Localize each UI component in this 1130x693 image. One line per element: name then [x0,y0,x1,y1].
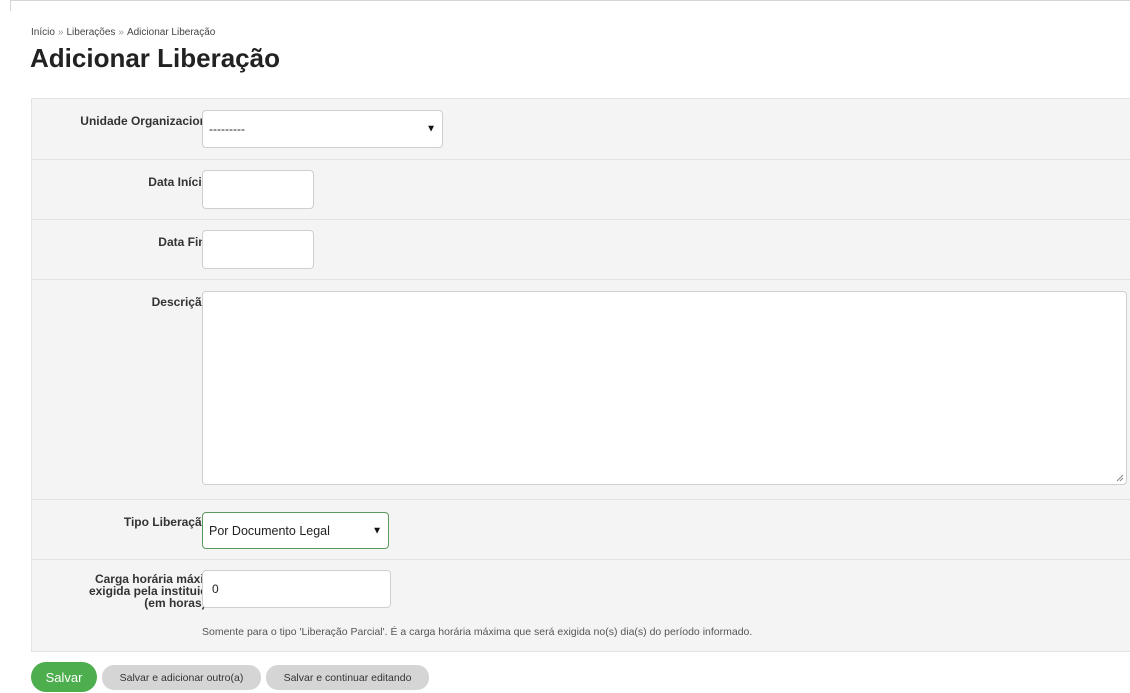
row-data-inicio: Data Início: * [32,160,1130,220]
breadcrumb: Início» Liberações» Adicionar Liberação [31,27,215,38]
resize-handle-icon[interactable] [1116,474,1124,482]
save-and-add-button[interactable]: Salvar e adicionar outro(a) [102,665,261,690]
page-title: Adicionar Liberação [30,43,280,73]
unidade-select[interactable]: --------- ▼ [202,110,443,148]
save-button[interactable]: Salvar [31,662,97,692]
dropdown-arrow-icon: ▼ [372,525,382,536]
breadcrumb-liberacoes-link[interactable]: Liberações [66,27,115,38]
row-data-fim: Data Fim: * [32,220,1130,280]
save-and-continue-button[interactable]: Salvar e continuar editando [266,665,429,690]
data-inicio-input[interactable] [202,170,314,209]
breadcrumb-separator: » [57,27,64,38]
row-tipo: Tipo Liberação: * Por Documento Legal ▼ [32,500,1130,560]
descricao-textarea[interactable] [202,291,1127,485]
window-frame-line [10,0,1130,11]
tipo-selected-value: Por Documento Legal [209,523,330,538]
dropdown-arrow-icon: ▼ [426,123,436,135]
data-fim-input[interactable] [202,230,314,269]
carga-input[interactable]: 0 [202,570,391,608]
carga-help-text: Somente para o tipo 'Liberação Parcial'.… [202,626,753,638]
breadcrumb-current: Adicionar Liberação [126,27,216,38]
carga-value: 0 [212,582,219,596]
row-carga: Carga horária máxima exigida pela instit… [32,560,1130,651]
unidade-label: Unidade Organizacional: [80,114,221,128]
breadcrumb-separator: » [118,27,124,38]
row-descricao: Descrição: * [32,280,1130,500]
row-unidade: Unidade Organizacional: --------- ▼ [32,99,1130,160]
tipo-select[interactable]: Por Documento Legal ▼ [202,512,389,549]
liberacao-form: Unidade Organizacional: --------- ▼ Data… [31,98,1130,652]
breadcrumb-home-link[interactable]: Início [31,27,55,38]
unidade-selected-value: --------- [209,122,245,136]
